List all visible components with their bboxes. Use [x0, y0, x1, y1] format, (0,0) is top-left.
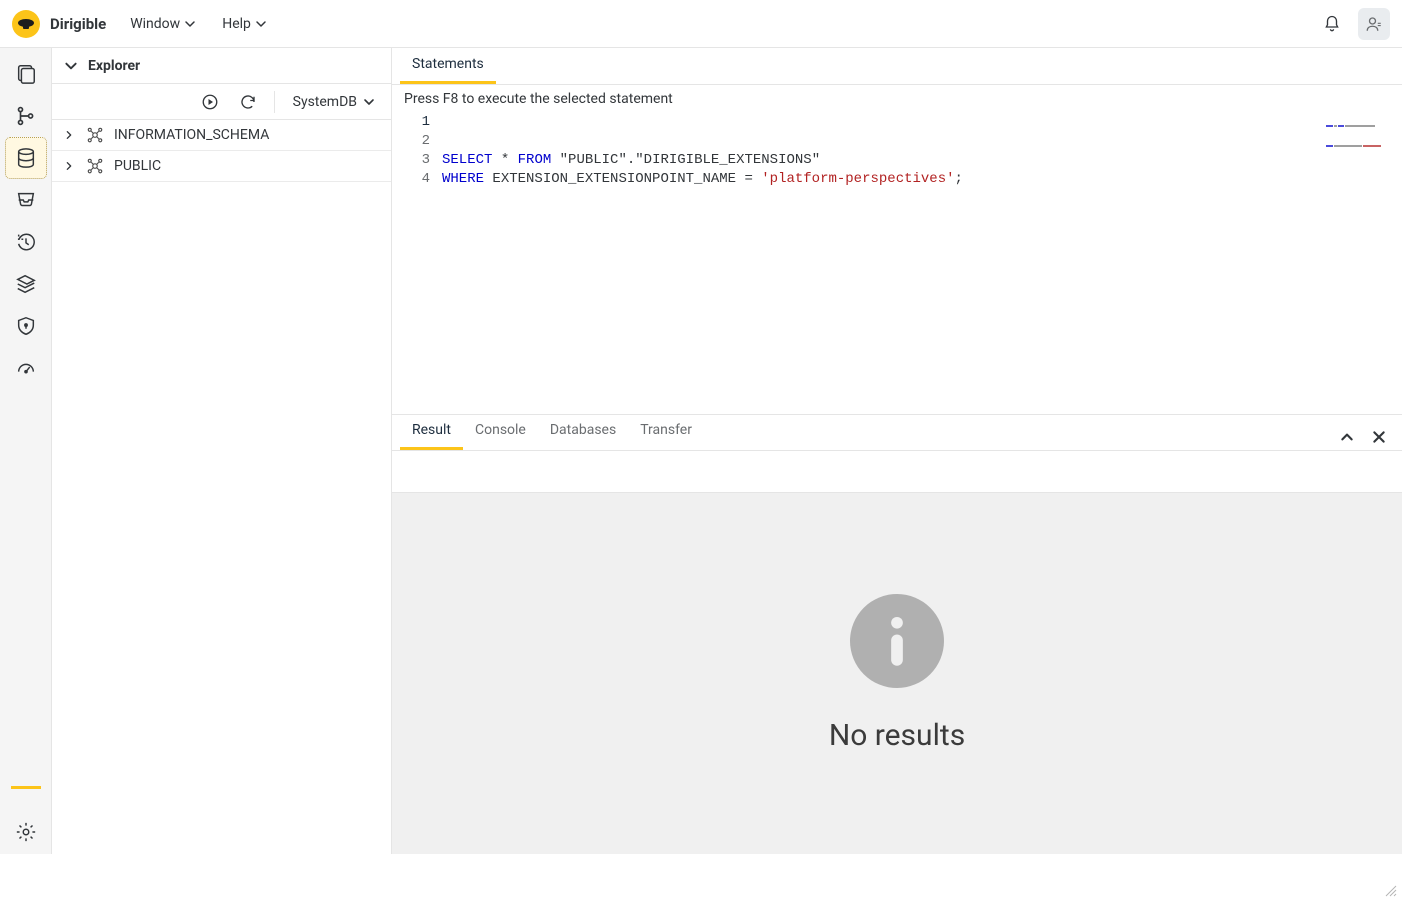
activity-inbox[interactable]: [6, 180, 46, 220]
user-button[interactable]: [1358, 8, 1390, 40]
tab-label: Databases: [550, 422, 616, 438]
separator: [274, 91, 275, 113]
chevron-up-icon: [1340, 430, 1354, 444]
chevron-right-icon: [64, 130, 74, 140]
workbench-icon: [15, 63, 37, 85]
tree-item-label: INFORMATION_SCHEMA: [114, 127, 269, 143]
panel-tab-result[interactable]: Result: [400, 413, 463, 450]
statusbar: [0, 854, 1402, 902]
editor-minimap[interactable]: [1326, 115, 1396, 133]
git-icon: [15, 105, 37, 127]
activity-performance[interactable]: [6, 348, 46, 388]
editor-hint: Press F8 to execute the selected stateme…: [392, 85, 1402, 111]
no-results-label: No results: [829, 718, 965, 753]
menu-window-label: Window: [130, 16, 180, 32]
tags-icon: [15, 273, 37, 295]
menu-help[interactable]: Help: [214, 10, 275, 38]
chevron-down-icon: [255, 18, 267, 30]
refresh-button[interactable]: [236, 90, 260, 114]
refresh-icon: [239, 93, 257, 111]
panel-close-button[interactable]: [1366, 424, 1392, 450]
sidebar-title: Explorer: [88, 58, 140, 74]
activity-tags[interactable]: [6, 264, 46, 304]
panel-toolbar: [392, 451, 1402, 493]
history-icon: [15, 231, 37, 253]
chevron-down-icon[interactable]: [64, 59, 78, 73]
editor-tabs: Statements: [392, 48, 1402, 85]
tab-label: Transfer: [640, 422, 692, 438]
run-button[interactable]: [198, 90, 222, 114]
play-circle-icon: [201, 93, 219, 111]
schema-tree: INFORMATION_SCHEMA PUBLIC: [52, 120, 391, 854]
gear-icon: [15, 821, 37, 843]
editor-code[interactable]: SELECT * FROM "PUBLIC"."DIRIGIBLE_EXTENS…: [442, 111, 1402, 414]
menu-window[interactable]: Window: [122, 10, 204, 38]
gauge-icon: [15, 357, 37, 379]
tree-item-information-schema[interactable]: INFORMATION_SCHEMA: [52, 120, 391, 151]
notifications-button[interactable]: [1316, 8, 1348, 40]
tree-item-public[interactable]: PUBLIC: [52, 151, 391, 182]
main: Statements Press F8 to execute the selec…: [392, 48, 1402, 854]
database-selector-label: SystemDB: [293, 94, 357, 110]
sql-editor[interactable]: 1 2 3 4 SELECT * FROM "PUBLIC"."DIRIGIBL…: [392, 111, 1402, 414]
activity-git[interactable]: [6, 96, 46, 136]
user-icon: [1365, 15, 1383, 33]
sidebar-tools: SystemDB: [52, 84, 391, 120]
tab-label: Statements: [412, 56, 484, 72]
shell: Explorer SystemDB INFORMATION_SCHEMA: [0, 48, 1402, 854]
chevron-down-icon: [363, 96, 375, 108]
panel-body: No results: [392, 493, 1402, 854]
tab-label: Result: [412, 422, 451, 438]
tab-statements[interactable]: Statements: [400, 47, 496, 84]
chevron-right-icon: [64, 161, 74, 171]
menu-help-label: Help: [222, 16, 251, 32]
shield-icon: [15, 315, 37, 337]
panel-tab-databases[interactable]: Databases: [538, 413, 628, 450]
activity-security[interactable]: [6, 306, 46, 346]
resize-grip-icon[interactable]: [1384, 884, 1398, 898]
sidebar-header: Explorer: [52, 48, 391, 84]
logo-icon: [12, 10, 40, 38]
sidebar: Explorer SystemDB INFORMATION_SCHEMA: [52, 48, 392, 854]
database-selector[interactable]: SystemDB: [289, 92, 379, 112]
panel-tab-transfer[interactable]: Transfer: [628, 413, 704, 450]
editor-gutter: 1 2 3 4: [392, 111, 442, 414]
close-icon: [1372, 430, 1386, 444]
activitybar: [0, 48, 52, 854]
inbox-icon: [15, 189, 37, 211]
tab-label: Console: [475, 422, 526, 438]
schema-icon: [86, 126, 104, 144]
panel-maximize-button[interactable]: [1334, 424, 1360, 450]
activity-workbench[interactable]: [6, 54, 46, 94]
info-icon: [850, 594, 944, 688]
activity-database[interactable]: [6, 138, 46, 178]
panel-tab-console[interactable]: Console: [463, 413, 538, 450]
activity-settings[interactable]: [6, 812, 46, 852]
topbar: Dirigible Window Help: [0, 0, 1402, 48]
bottom-panel: Result Console Databases Transfer: [392, 414, 1402, 854]
chevron-down-icon: [184, 18, 196, 30]
tree-item-label: PUBLIC: [114, 158, 161, 174]
panel-tabs: Result Console Databases Transfer: [392, 415, 1402, 451]
bell-icon: [1323, 15, 1341, 33]
database-icon: [15, 147, 37, 169]
activity-history[interactable]: [6, 222, 46, 262]
brand: Dirigible: [50, 15, 106, 33]
schema-icon: [86, 157, 104, 175]
